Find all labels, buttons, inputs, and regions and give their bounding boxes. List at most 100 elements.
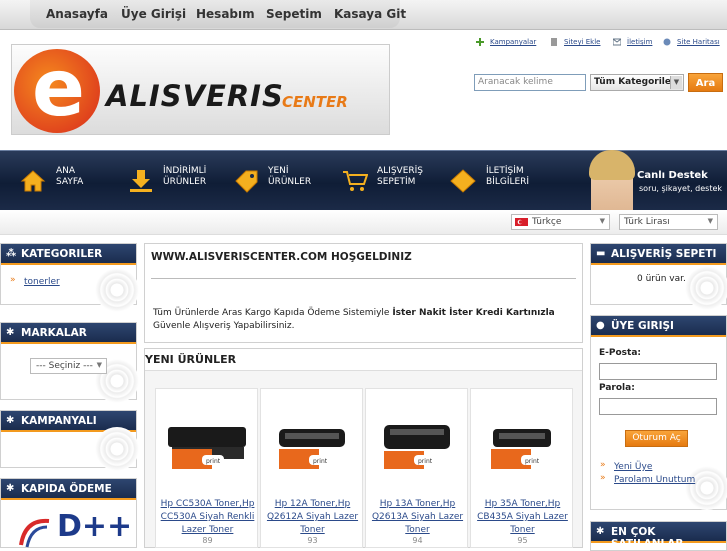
- brands-box: ✱ MARKALAR --- Seçiniz --- ▼: [0, 322, 139, 403]
- login-title: ÜYE GIRIŞI: [611, 320, 674, 332]
- nav-home[interactable]: Anasayfa: [46, 7, 108, 21]
- svg-text:print: print: [525, 458, 540, 465]
- top-navigation: Anasayfa Üye Girişi Hesabım Sepetim Kasa…: [0, 0, 727, 30]
- bestsellers-box: ✱ EN ÇOK SATILANLAR: [590, 521, 727, 551]
- cod-box: ✱ KAPIDA ÖDEME D++: [0, 478, 137, 548]
- cargo-swirl-icon: [19, 518, 50, 548]
- support-title: Canlı Destek: [637, 170, 708, 181]
- product-name[interactable]: Hp 13A Toner,Hp Q2613A Siyah Lazer Toner: [366, 498, 469, 537]
- welcome-box: WWW.ALISVERISCENTER.COM HOŞGELDINIZ Tüm …: [144, 243, 583, 343]
- password-field[interactable]: [599, 398, 717, 415]
- toner-image: print: [168, 427, 246, 469]
- link-sitemap[interactable]: Site Haritası: [677, 38, 720, 46]
- toner-image: print: [384, 425, 450, 469]
- cart-box: ▬ ALIŞVERİŞ SEPETI 0 ürün var.: [590, 243, 727, 310]
- price-tag-icon: [235, 170, 258, 193]
- logo-e-mark: e: [14, 47, 100, 133]
- welcome-title: WWW.ALISVERISCENTER.COM HOŞGELDINIZ: [151, 251, 412, 263]
- categories-title: KATEGORILER: [21, 248, 103, 260]
- shopping-cart-icon: [343, 171, 368, 191]
- category-select[interactable]: Tüm Kategoriler ▼: [590, 74, 684, 91]
- welcome-text: Tüm Ürünlerde Aras Kargo Kapıda Ödeme Si…: [153, 308, 555, 331]
- banner-cart[interactable]: ALIŞVERİŞ SEPETİM: [377, 166, 423, 188]
- star-icon: ✱: [6, 415, 15, 426]
- categories-box: ⁂ KATEGORILER » tonerler: [0, 243, 139, 312]
- live-support[interactable]: Canlı Destek soru, şikayet, destek: [585, 150, 727, 210]
- mail-icon: [613, 38, 621, 46]
- logo-sub: CENTER: [282, 93, 348, 111]
- bullet-icon: »: [600, 473, 606, 483]
- shopping-cart-icon: ▬: [596, 248, 606, 259]
- brands-title: MARKALAR: [21, 327, 87, 339]
- language-select[interactable]: Türkçe ▼: [511, 214, 610, 230]
- product-card[interactable]: print Hp CC530A Toner,Hp CC530A Siyah Re…: [155, 388, 258, 548]
- product-card[interactable]: print Hp 12A Toner,Hp Q2612A Siyah Lazer…: [260, 388, 363, 548]
- banner-contact[interactable]: İLETİŞİM BİLGİLERİ: [486, 166, 529, 188]
- product-name[interactable]: Hp CC530A Toner,Hp CC530A Siyah Renkli L…: [156, 498, 259, 537]
- new-products-title: YENI ÜRÜNLER: [145, 353, 237, 366]
- forgot-password-link[interactable]: Parolamı Unuttum: [614, 475, 695, 485]
- toner-image: print: [279, 429, 345, 469]
- bookmark-icon: [551, 38, 557, 46]
- currency-select[interactable]: Türk Lirası ▼: [619, 214, 718, 230]
- campaign-icon: [476, 38, 484, 46]
- campaign-title: KAMPANYALI: [21, 415, 97, 427]
- product-id: 95: [517, 536, 528, 545]
- search-input[interactable]: Aranacak kelime: [474, 74, 586, 91]
- sitemap-icon: [663, 38, 671, 46]
- login-button[interactable]: Oturum Aç: [625, 430, 688, 447]
- email-label: E-Posta:: [599, 348, 641, 358]
- new-member-link[interactable]: Yeni Üye: [614, 462, 652, 472]
- bullet-icon: »: [10, 275, 16, 285]
- product-card[interactable]: print Hp 13A Toner,Hp Q2613A Siyah Lazer…: [365, 388, 468, 548]
- chevron-down-icon: ▼: [96, 361, 102, 369]
- sitemap-icon: ⁂: [6, 248, 17, 259]
- banner-discounted[interactable]: İNDİRİMLİ ÜRÜNLER: [163, 166, 206, 188]
- svg-text:print: print: [206, 458, 221, 465]
- banner-new[interactable]: YENİ ÜRÜNLER: [268, 166, 311, 188]
- category-item-tonerler[interactable]: tonerler: [24, 277, 60, 287]
- link-add-site[interactable]: Siteyi Ekle: [564, 38, 600, 46]
- product-id: 94: [412, 536, 423, 545]
- link-contact[interactable]: İletişim: [627, 38, 652, 46]
- product-id: 93: [307, 536, 318, 545]
- brand-select[interactable]: --- Seçiniz --- ▼: [30, 358, 107, 374]
- user-icon: ●: [596, 320, 605, 331]
- product-name[interactable]: Hp 12A Toner,Hp Q2612A Siyah Lazer Toner: [261, 498, 364, 537]
- cod-logo: D++: [11, 511, 129, 551]
- product-name[interactable]: Hp 35A Toner,Hp CB435A Siyah Lazer Toner: [471, 498, 574, 537]
- product-id: 89: [202, 536, 213, 545]
- nav-account[interactable]: Hesabım: [196, 7, 255, 21]
- turkish-flag-icon: [515, 218, 528, 226]
- nav-cart[interactable]: Sepetim: [266, 7, 322, 21]
- cod-title: KAPIDA ÖDEME: [21, 483, 112, 495]
- email-field[interactable]: [599, 363, 717, 380]
- svg-text:print: print: [418, 458, 433, 465]
- nav-checkout[interactable]: Kasaya Git: [334, 7, 406, 21]
- password-label: Parola:: [599, 383, 635, 393]
- svg-text:print: print: [313, 458, 328, 465]
- logo-word: ALISVERIS: [106, 79, 284, 113]
- site-logo[interactable]: e ALISVERIS CENTER: [11, 44, 390, 135]
- home-icon: [20, 170, 46, 192]
- star-icon: ✱: [596, 526, 605, 537]
- star-icon: ✱: [6, 327, 15, 338]
- banner-home[interactable]: ANA SAYFA: [56, 166, 83, 188]
- campaign-box: ✱ KAMPANYALI: [0, 410, 139, 471]
- preference-bar: Türkçe ▼ Türk Lirası ▼: [0, 210, 727, 235]
- support-subtitle: soru, şikayet, destek: [639, 184, 723, 193]
- cart-count: 0 ürün var.: [637, 274, 686, 284]
- chevron-down-icon: ▼: [707, 217, 713, 225]
- chevron-down-icon: ▼: [599, 217, 605, 225]
- bullet-icon: »: [600, 460, 606, 470]
- download-arrow-icon: [130, 170, 152, 192]
- bestsellers-title: EN ÇOK SATILANLAR: [611, 526, 684, 550]
- toner-image: print: [491, 429, 551, 469]
- product-card[interactable]: print Hp 35A Toner,Hp CB435A Siyah Lazer…: [470, 388, 573, 548]
- chevron-down-icon: ▼: [670, 76, 682, 89]
- search-button[interactable]: Ara: [688, 73, 723, 92]
- cart-title: ALIŞVERİŞ SEPETI: [611, 248, 717, 260]
- link-campaigns[interactable]: Kampanyalar: [490, 38, 536, 46]
- nav-member-login[interactable]: Üye Girişi: [121, 7, 186, 21]
- envelope-icon: [450, 169, 476, 193]
